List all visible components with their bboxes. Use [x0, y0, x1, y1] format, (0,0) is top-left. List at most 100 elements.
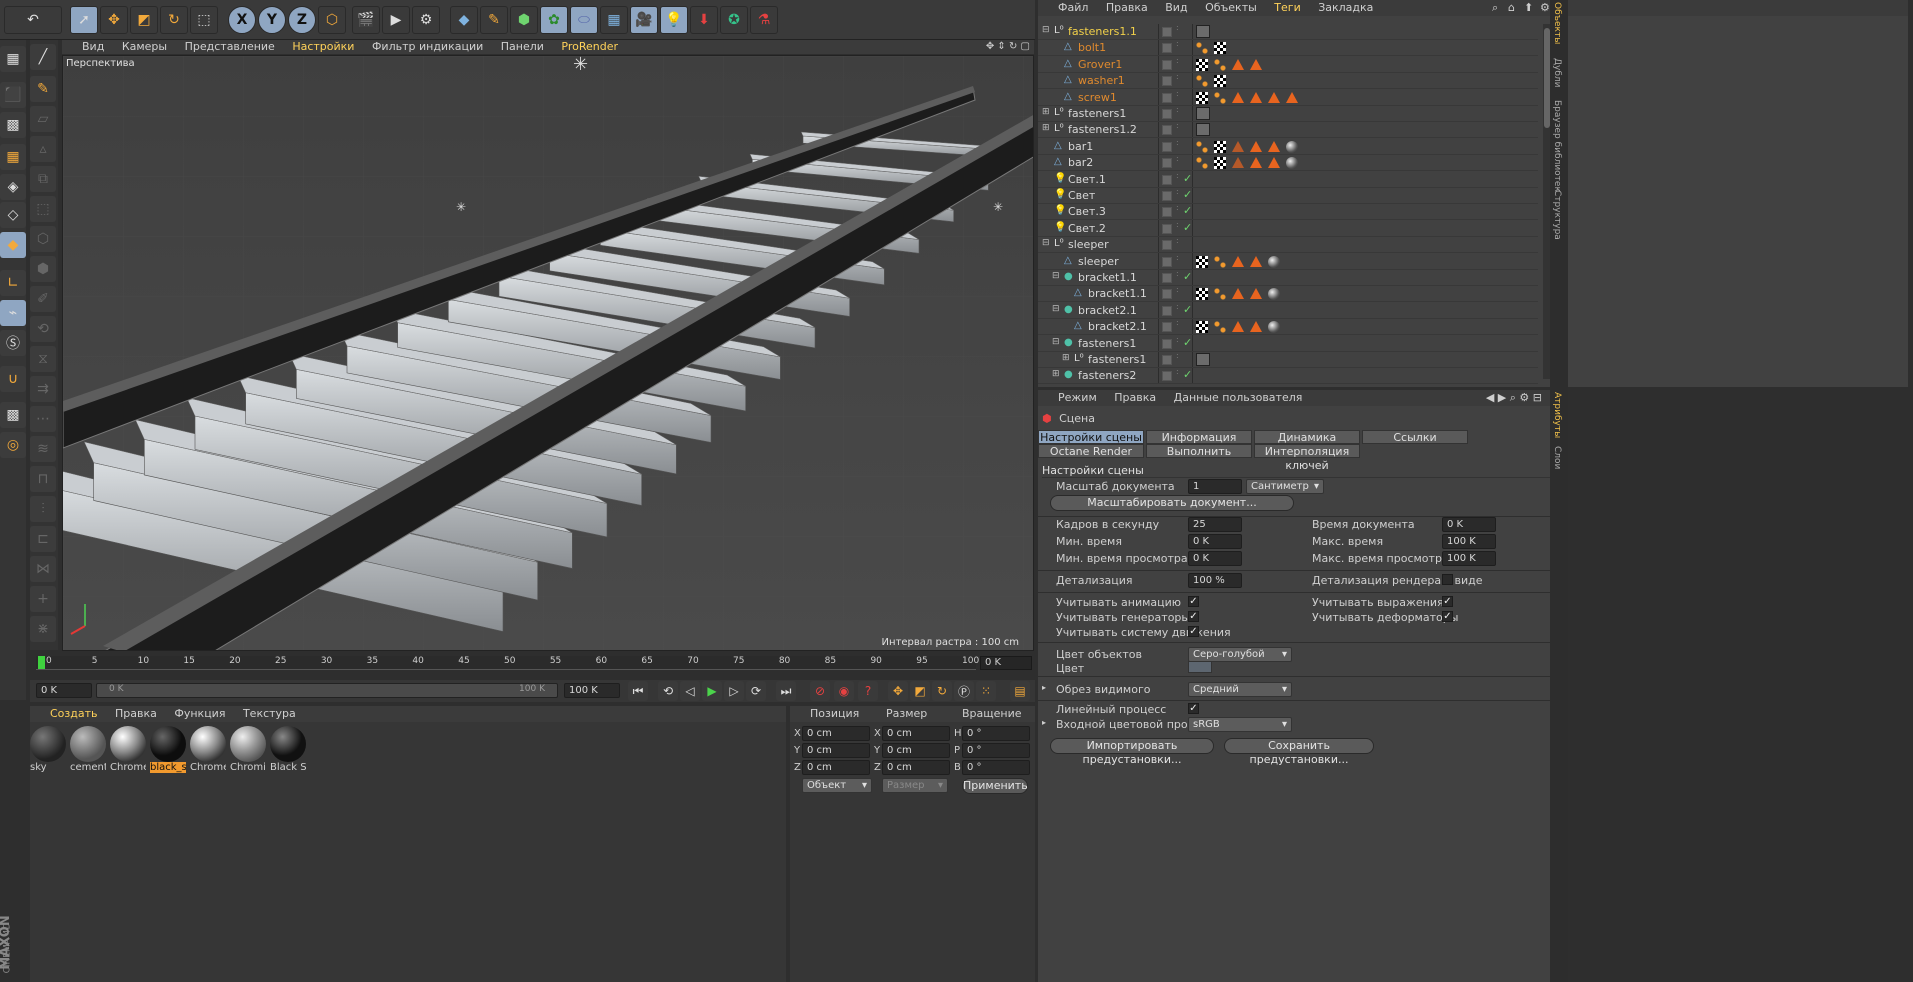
knife-icon[interactable]: ▱ [30, 106, 56, 132]
om-home-icon[interactable]: ⌂ [1508, 0, 1515, 16]
selection-tag-icon[interactable] [1250, 157, 1262, 169]
uvw-tag-icon[interactable] [1214, 42, 1226, 55]
start-frame-field[interactable]: 0 K [36, 683, 92, 698]
selection-tag-icon[interactable] [1232, 255, 1244, 267]
size-field[interactable]: 0 cm [882, 743, 950, 758]
record-icon[interactable]: ⊘ [810, 681, 830, 701]
layer-dots-icon[interactable]: : [1176, 204, 1179, 212]
viewport-menu-display[interactable]: Представление [185, 40, 275, 54]
tree-row[interactable]: ⊞ L⁰ fasteners1: [1038, 352, 1538, 368]
visibility-toggle[interactable] [1162, 322, 1172, 333]
uvw-tag-icon[interactable] [1196, 288, 1208, 301]
rect-select-icon[interactable]: ⬚ [190, 6, 218, 34]
layer-dots-icon[interactable]: : [1176, 122, 1179, 130]
position-field[interactable]: 0 cm [802, 726, 870, 741]
om-settings-icon[interactable]: ⚙ [1540, 0, 1550, 16]
material-menu-function[interactable]: Функция [174, 706, 225, 722]
null-tag-icon[interactable] [1196, 353, 1210, 366]
selection-tag-icon[interactable] [1250, 91, 1262, 103]
tree-row[interactable]: 💡 Свет.1: ✓ [1038, 171, 1538, 188]
smooth-icon[interactable]: ⋯ [30, 406, 56, 432]
line-tool-icon[interactable]: ╱ [30, 44, 56, 70]
world-coords-icon[interactable]: ⬡ [318, 6, 346, 34]
visibility-toggle[interactable] [1162, 92, 1172, 103]
visibility-toggle[interactable] [1162, 207, 1172, 218]
selection-tag-icon[interactable] [1250, 140, 1262, 152]
use-deform-checkbox[interactable]: ✓ [1442, 611, 1453, 622]
key-pos-icon[interactable]: ✥ [888, 681, 908, 701]
phong-tag-icon[interactable] [1196, 42, 1208, 55]
bevel-icon[interactable]: ⧉ [30, 166, 56, 192]
expand-icon[interactable]: ⊞ [1042, 123, 1050, 133]
viewport-menu-view[interactable]: Вид [82, 40, 104, 54]
collapse-icon[interactable]: ⊟ [1042, 238, 1050, 248]
phong-tag-icon[interactable] [1214, 321, 1226, 334]
tree-row[interactable]: △ bracket2.1: [1038, 319, 1538, 336]
tree-row[interactable]: △ sleeper: [1038, 253, 1538, 270]
render-view-icon[interactable]: 🎬 [352, 6, 380, 34]
om-search-icon[interactable]: ⌕ [1492, 0, 1498, 16]
selection-outline-tag-icon[interactable] [1232, 157, 1244, 169]
enabled-check-icon[interactable]: ✓ [1183, 368, 1192, 381]
object-mode-icon[interactable]: ⬛ [0, 82, 26, 108]
attr-nav-icons[interactable]: ◀ ▶ ⌕ ⚙ ⊟ [1486, 390, 1542, 406]
hair-icon[interactable]: ✪ [720, 6, 748, 34]
visibility-toggle[interactable] [1162, 141, 1172, 152]
layer-dots-icon[interactable]: : [1176, 220, 1179, 229]
next-frame-icon[interactable]: ▷ [724, 681, 744, 701]
uvw-tag-icon[interactable] [1196, 255, 1208, 268]
selection-outline-tag-icon[interactable] [1232, 140, 1244, 152]
tweak-icon[interactable]: ⌁ [0, 300, 26, 326]
layer-dots-icon[interactable]: : [1176, 237, 1179, 245]
phong-tag-icon[interactable] [1214, 58, 1226, 71]
tree-row[interactable]: ⊟ ● bracket1.1: ✓ [1038, 270, 1538, 286]
attr-menu-userdata[interactable]: Данные пользователя [1174, 390, 1303, 406]
collapse-icon[interactable]: ⊟ [1052, 337, 1060, 347]
null-tag-icon[interactable] [1196, 25, 1210, 38]
melt-icon[interactable]: ⋇ [30, 616, 56, 642]
material-menu-texture[interactable]: Текстура [243, 706, 296, 722]
viewport-menu-options[interactable]: Настройки [292, 40, 354, 54]
selection-tag-icon[interactable] [1268, 157, 1280, 169]
use-gen-checkbox[interactable]: ✓ [1188, 611, 1199, 622]
undo-icon[interactable]: ↶ [4, 6, 62, 34]
uvw-tag-icon[interactable] [1196, 321, 1208, 334]
enabled-check-icon[interactable]: ✓ [1183, 270, 1192, 283]
snap-icon[interactable]: Ⓢ [0, 330, 26, 356]
axis-icon[interactable]: ∟ [0, 270, 26, 296]
coord-size-select[interactable]: Размер [882, 778, 948, 793]
visibility-toggle[interactable] [1162, 174, 1172, 185]
doc-scale-field[interactable]: 1 [1188, 479, 1242, 494]
min-time-field[interactable]: 0 K [1188, 534, 1242, 549]
scale-doc-button[interactable]: Масштабировать документ... [1050, 495, 1294, 511]
floor-icon[interactable]: ▦ [600, 6, 628, 34]
side-tab[interactable]: Структура [1552, 190, 1562, 240]
color-swatch[interactable] [1188, 661, 1212, 673]
current-frame-field[interactable]: 0 K [980, 656, 1032, 670]
layer-dots-icon[interactable]: : [1176, 56, 1179, 65]
visibility-toggle[interactable] [1162, 59, 1172, 70]
layer-dots-icon[interactable]: : [1176, 40, 1179, 48]
viewport-menu-cameras[interactable]: Камеры [122, 40, 167, 54]
fps-field[interactable]: 25 [1188, 517, 1242, 532]
layer-dots-icon[interactable]: : [1176, 188, 1179, 196]
clip-expand-icon[interactable]: ▸ [1042, 683, 1046, 692]
visibility-toggle[interactable] [1162, 158, 1172, 169]
selection-tag-icon[interactable] [1286, 91, 1298, 103]
tree-row[interactable]: △ screw1: [1038, 89, 1538, 106]
rotate-icon[interactable]: ↻ [160, 6, 188, 34]
key-pla-icon[interactable]: ⁙ [976, 681, 996, 701]
weld-icon[interactable]: ⬢ [30, 256, 56, 282]
coord-mode-select[interactable]: Объект [802, 778, 872, 793]
om-menu-view[interactable]: Вид [1165, 0, 1187, 16]
range-slider[interactable]: 0 K 100 K [96, 683, 558, 698]
phong-tag-icon[interactable] [1214, 255, 1226, 268]
edges-mode-icon[interactable]: ◇ [0, 202, 26, 228]
visibility-toggle[interactable] [1162, 76, 1172, 87]
max-preview-field[interactable]: 100 K [1442, 551, 1496, 566]
visibility-toggle[interactable] [1162, 27, 1172, 37]
layer-dots-icon[interactable]: : [1176, 302, 1179, 311]
material-tag-icon[interactable] [1286, 157, 1298, 170]
side-tab[interactable]: Слои [1552, 446, 1562, 469]
side-tab[interactable]: Атрибуты [1552, 392, 1562, 438]
